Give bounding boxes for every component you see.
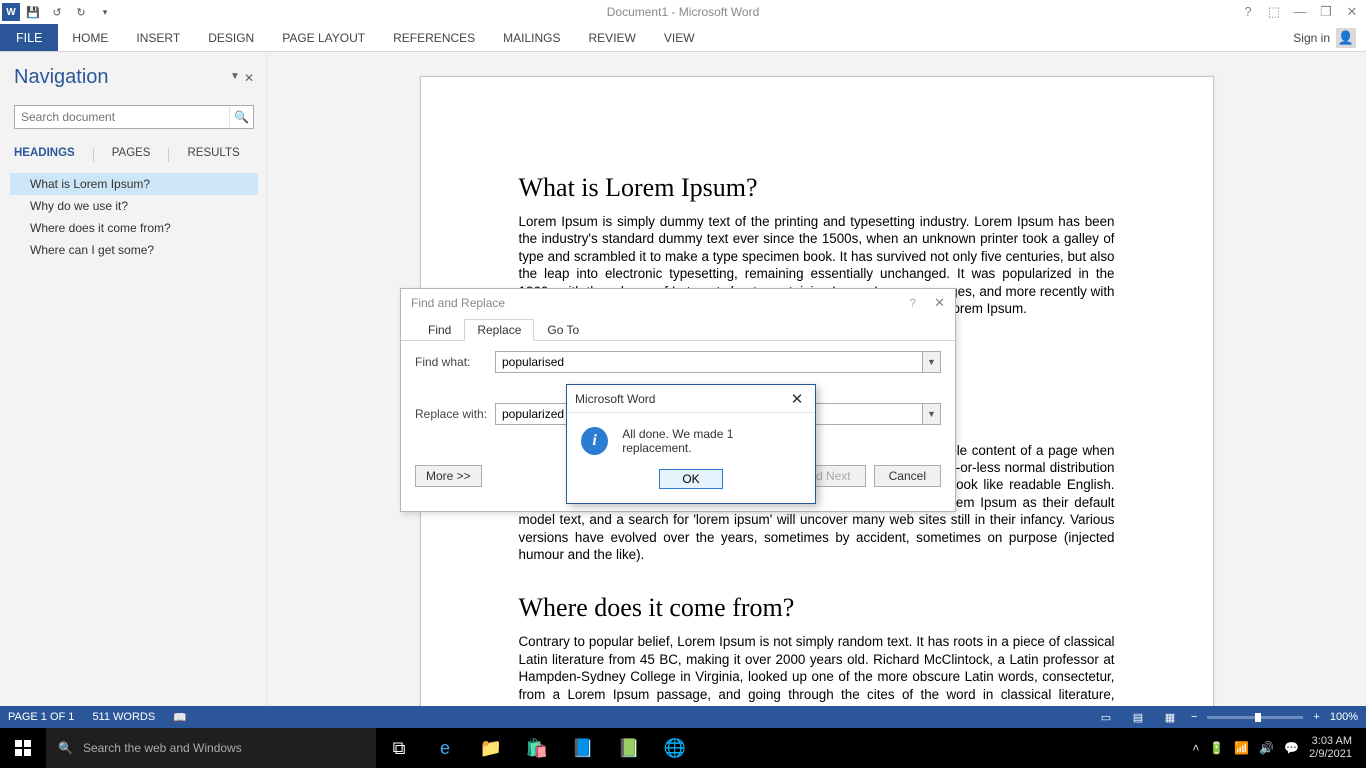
ribbon-help-icon[interactable]: ? xyxy=(1238,4,1258,20)
fr-tab-goto[interactable]: Go To xyxy=(534,319,592,341)
taskbar-edge-icon[interactable]: e xyxy=(422,728,468,768)
title-bar: W 💾 ↺ ↻ ▾ Document1 - Microsoft Word ? ⬚… xyxy=(0,0,1366,24)
nav-heading-item[interactable]: What is Lorem Ipsum? xyxy=(10,173,258,195)
tab-view[interactable]: VIEW xyxy=(650,24,709,51)
more-options-button[interactable]: More >> xyxy=(415,465,482,487)
replace-with-dropdown-icon[interactable]: ▼ xyxy=(923,403,941,425)
tab-references[interactable]: REFERENCES xyxy=(379,24,489,51)
find-what-label: Find what: xyxy=(415,355,495,369)
status-word-count[interactable]: 511 WORDS xyxy=(92,711,155,723)
view-print-layout-icon[interactable]: ▤ xyxy=(1127,709,1149,725)
taskbar-excel-icon[interactable]: 📗 xyxy=(606,728,652,768)
fr-tab-replace[interactable]: Replace xyxy=(464,319,534,341)
info-icon: i xyxy=(581,427,608,455)
taskbar-store-icon[interactable]: 🛍️ xyxy=(514,728,560,768)
search-icon: 🔍 xyxy=(58,741,73,755)
nav-search-input[interactable] xyxy=(15,106,229,128)
replace-with-label: Replace with: xyxy=(415,407,495,421)
tray-up-icon[interactable]: ˄ xyxy=(1192,741,1199,755)
msgbox-text: All done. We made 1 replacement. xyxy=(622,427,801,455)
taskbar-search[interactable]: 🔍 Search the web and Windows xyxy=(46,728,376,768)
msgbox-close-icon[interactable]: ✕ xyxy=(787,390,807,408)
find-what-dropdown-icon[interactable]: ▼ xyxy=(923,351,941,373)
nav-heading-item[interactable]: Why do we use it? xyxy=(10,195,258,217)
nav-heading-item[interactable]: Where can I get some? xyxy=(10,239,258,261)
view-read-mode-icon[interactable]: ▭ xyxy=(1095,709,1117,725)
tray-volume-icon[interactable]: 🔊 xyxy=(1259,741,1274,755)
window-close-icon[interactable]: ✕ xyxy=(1342,4,1362,20)
document-title: Document1 - Microsoft Word xyxy=(607,5,760,19)
tray-action-center-icon[interactable]: 💬 xyxy=(1284,741,1299,755)
qat-customize-icon[interactable]: ▾ xyxy=(94,1,116,23)
user-avatar-icon[interactable]: 👤 xyxy=(1336,28,1356,48)
task-view-icon[interactable]: ⧉ xyxy=(376,728,422,768)
nav-search[interactable]: 🔍 xyxy=(14,105,254,129)
taskbar-explorer-icon[interactable]: 📁 xyxy=(468,728,514,768)
start-button[interactable] xyxy=(0,728,46,768)
taskbar-chrome-icon[interactable]: 🌐 xyxy=(652,728,698,768)
status-bar: PAGE 1 OF 1 511 WORDS 📖 ▭ ▤ ▦ − + 100% xyxy=(0,706,1366,728)
zoom-level[interactable]: 100% xyxy=(1330,711,1358,723)
dialog-title: Find and Replace xyxy=(411,296,505,310)
find-what-input[interactable] xyxy=(495,351,923,373)
nav-close-icon[interactable]: ✕ xyxy=(244,71,254,85)
ok-button[interactable]: OK xyxy=(659,469,722,489)
window-restore-icon[interactable]: ❐ xyxy=(1316,4,1336,20)
msgbox-title: Microsoft Word xyxy=(575,392,787,406)
nav-tab-results[interactable]: RESULTS xyxy=(187,147,239,163)
ribbon-display-options-icon[interactable]: ⬚ xyxy=(1264,4,1284,20)
ribbon: FILE HOME INSERT DESIGN PAGE LAYOUT REFE… xyxy=(0,24,1366,52)
navigation-pane: Navigation ▼ ✕ 🔍 HEADINGS PAGES RESULTS … xyxy=(0,52,267,706)
doc-heading-1[interactable]: What is Lorem Ipsum? xyxy=(519,173,1115,203)
dialog-help-icon[interactable]: ? xyxy=(909,296,916,310)
window-minimize-icon[interactable]: — xyxy=(1290,4,1310,20)
windows-logo-icon xyxy=(15,740,31,756)
qat-undo-icon[interactable]: ↺ xyxy=(46,1,68,23)
tab-home[interactable]: HOME xyxy=(58,24,122,51)
qat-save-icon[interactable]: 💾 xyxy=(22,1,44,23)
tray-clock[interactable]: 3:03 AM 2/9/2021 xyxy=(1309,735,1358,761)
taskbar: 🔍 Search the web and Windows ⧉ e 📁 🛍️ 📘 … xyxy=(0,728,1366,768)
zoom-in-icon[interactable]: + xyxy=(1313,711,1319,723)
nav-heading-item[interactable]: Where does it come from? xyxy=(10,217,258,239)
tray-network-icon[interactable]: 📶 xyxy=(1234,741,1249,755)
tab-design[interactable]: DESIGN xyxy=(194,24,268,51)
dialog-close-icon[interactable]: ✕ xyxy=(934,295,945,311)
message-box: Microsoft Word ✕ i All done. We made 1 r… xyxy=(566,384,816,504)
tab-page-layout[interactable]: PAGE LAYOUT xyxy=(268,24,379,51)
tray-battery-icon[interactable]: 🔋 xyxy=(1209,741,1224,755)
nav-tab-headings[interactable]: HEADINGS xyxy=(14,147,75,163)
tab-review[interactable]: REVIEW xyxy=(575,24,650,51)
tab-file[interactable]: FILE xyxy=(0,24,58,51)
tab-mailings[interactable]: MAILINGS xyxy=(489,24,574,51)
view-web-layout-icon[interactable]: ▦ xyxy=(1159,709,1181,725)
word-app-icon: W xyxy=(2,3,20,21)
nav-options-icon[interactable]: ▼ xyxy=(230,71,240,85)
navigation-title: Navigation xyxy=(14,66,109,89)
qat-redo-icon[interactable]: ↻ xyxy=(70,1,92,23)
zoom-slider[interactable] xyxy=(1207,716,1303,719)
status-page[interactable]: PAGE 1 OF 1 xyxy=(8,711,74,723)
taskbar-word-icon[interactable]: 📘 xyxy=(560,728,606,768)
zoom-out-icon[interactable]: − xyxy=(1191,711,1197,723)
doc-paragraph[interactable]: Contrary to popular belief, Lorem Ipsum … xyxy=(519,633,1115,706)
sign-in-link[interactable]: Sign in xyxy=(1293,31,1330,45)
taskbar-search-placeholder: Search the web and Windows xyxy=(83,741,242,755)
cancel-button[interactable]: Cancel xyxy=(874,465,941,487)
fr-tab-find[interactable]: Find xyxy=(415,319,464,341)
status-proofing-icon[interactable]: 📖 xyxy=(173,711,187,724)
doc-heading-3[interactable]: Where does it come from? xyxy=(519,593,1115,623)
nav-tab-pages[interactable]: PAGES xyxy=(112,147,151,163)
search-icon[interactable]: 🔍 xyxy=(229,106,253,128)
tab-insert[interactable]: INSERT xyxy=(122,24,194,51)
